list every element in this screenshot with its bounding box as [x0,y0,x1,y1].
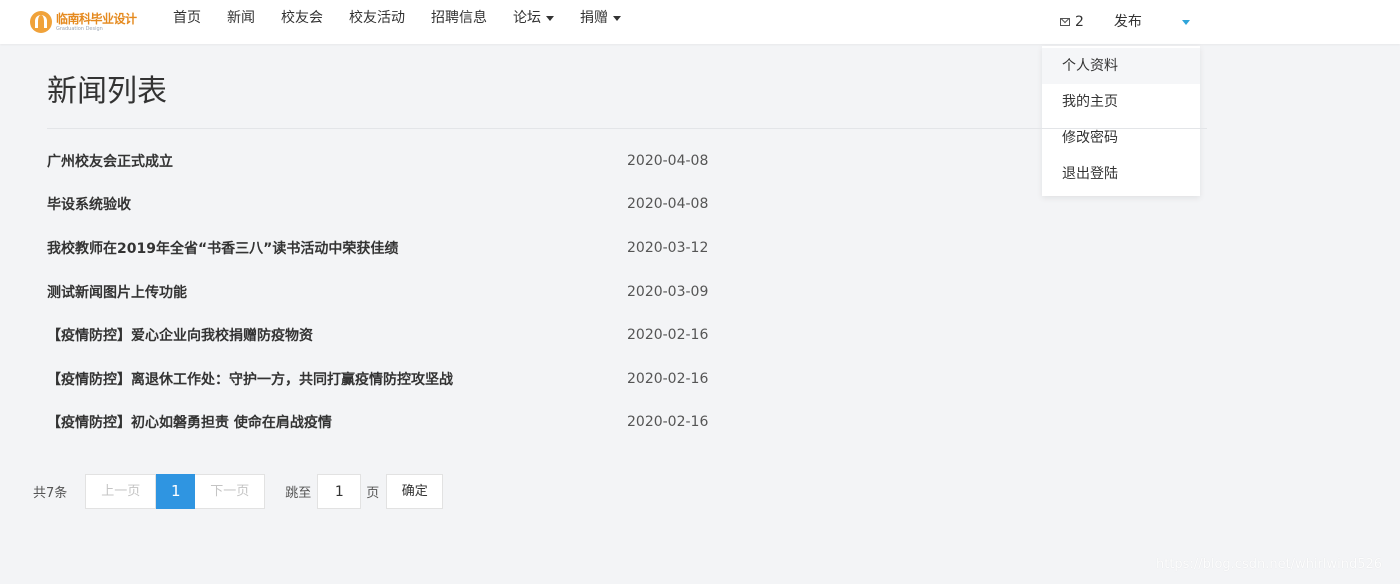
page-number-input[interactable] [317,474,362,509]
news-item: 我校教师在2019年全省“书香三八”读书活动中荣获佳绩 2020-03-12 [47,226,747,270]
nav-forum-label: 论坛 [513,10,541,26]
page-title: 新闻列表 [47,74,167,109]
message-count: 2 [1075,14,1084,30]
news-item: 【疫情防控】爱心企业向我校捐赠防疫物资 2020-02-16 [47,313,747,357]
nav-alumni-activities[interactable]: 校友活动 [336,0,418,44]
news-item: 广州校友会正式成立 2020-04-08 [47,139,747,183]
user-dropdown-menu: 个人资料 我的主页 修改密码 退出登陆 [1042,46,1200,196]
user-menu-toggle[interactable] [1181,4,1196,40]
news-date: 2020-03-12 [627,239,709,256]
nav-recruitment[interactable]: 招聘信息 [418,0,500,44]
nav-forum[interactable]: 论坛 [500,0,567,44]
prev-page-button[interactable]: 上一页 [85,474,157,509]
news-date: 2020-04-08 [627,196,709,213]
logo-icon [30,11,52,33]
main-nav: 首页 新闻 校友会 校友活动 招聘信息 论坛 捐赠 [160,0,634,44]
news-date: 2020-04-08 [627,152,709,169]
news-title-link[interactable]: 【疫情防控】初心如磐勇担责 使命在肩战疫情 [47,412,332,432]
messages-button[interactable]: 2 [1060,4,1084,40]
total-count: 共7条 [33,486,68,501]
news-item: 【疫情防控】离退休工作处：守护一方，共同打赢疫情防控攻坚战 2020-02-16 [47,357,747,401]
chevron-down-icon [1181,19,1190,25]
publish-button[interactable]: 发布 [1114,4,1142,40]
nav-donation-label: 捐赠 [580,10,608,26]
logo-subtext: Graduation Design [56,25,103,32]
chevron-down-icon [546,15,554,21]
news-item: 毕设系统验收 2020-04-08 [47,183,747,227]
next-page-button[interactable]: 下一页 [195,474,266,509]
menu-item-logout[interactable]: 退出登陆 [1042,156,1200,192]
pagination: 共7条 上一页 1 下一页 跳至 页 确定 [33,474,444,509]
current-page-button[interactable]: 1 [156,474,196,509]
menu-item-profile[interactable]: 个人资料 [1042,48,1200,84]
menu-item-my-homepage[interactable]: 我的主页 [1042,84,1200,120]
news-date: 2020-02-16 [627,370,709,387]
watermark: https://blog.csdn.net/whirlwind526 [1156,557,1383,572]
news-item: 【疫情防控】初心如磐勇担责 使命在肩战疫情 2020-02-16 [47,401,747,445]
site-logo[interactable]: 临南科毕业设计 Graduation Design [30,9,140,35]
news-list: 广州校友会正式成立 2020-04-08 毕设系统验收 2020-04-08 我… [47,139,747,444]
news-title-link[interactable]: 【疫情防控】离退休工作处：守护一方，共同打赢疫情防控攻坚战 [47,369,453,389]
menu-item-change-password[interactable]: 修改密码 [1042,120,1200,156]
page-unit-label: 页 [366,486,380,501]
title-divider [47,128,1207,129]
logo-text: 临南科毕业设计 [56,11,137,26]
news-title-link[interactable]: 广州校友会正式成立 [47,151,173,171]
nav-donation[interactable]: 捐赠 [567,0,634,44]
confirm-jump-button[interactable]: 确定 [386,474,444,509]
nav-news[interactable]: 新闻 [214,0,268,44]
news-date: 2020-02-16 [627,414,709,431]
news-title-link[interactable]: 测试新闻图片上传功能 [47,282,187,302]
news-title-link[interactable]: 我校教师在2019年全省“书香三八”读书活动中荣获佳绩 [47,238,398,258]
jump-to-label: 跳至 [285,486,312,501]
news-date: 2020-02-16 [627,327,709,344]
news-date: 2020-03-09 [627,283,709,300]
news-title-link[interactable]: 【疫情防控】爱心企业向我校捐赠防疫物资 [47,325,313,345]
top-navbar: 临南科毕业设计 Graduation Design 首页 新闻 校友会 校友活动… [0,0,1400,44]
news-title-link[interactable]: 毕设系统验收 [47,194,131,214]
nav-home[interactable]: 首页 [160,0,214,44]
mail-icon [1060,18,1070,26]
chevron-down-icon [613,15,621,21]
user-nav: 2 发布 [1060,0,1196,44]
nav-alumni-association[interactable]: 校友会 [268,0,336,44]
news-item: 测试新闻图片上传功能 2020-03-09 [47,270,747,314]
